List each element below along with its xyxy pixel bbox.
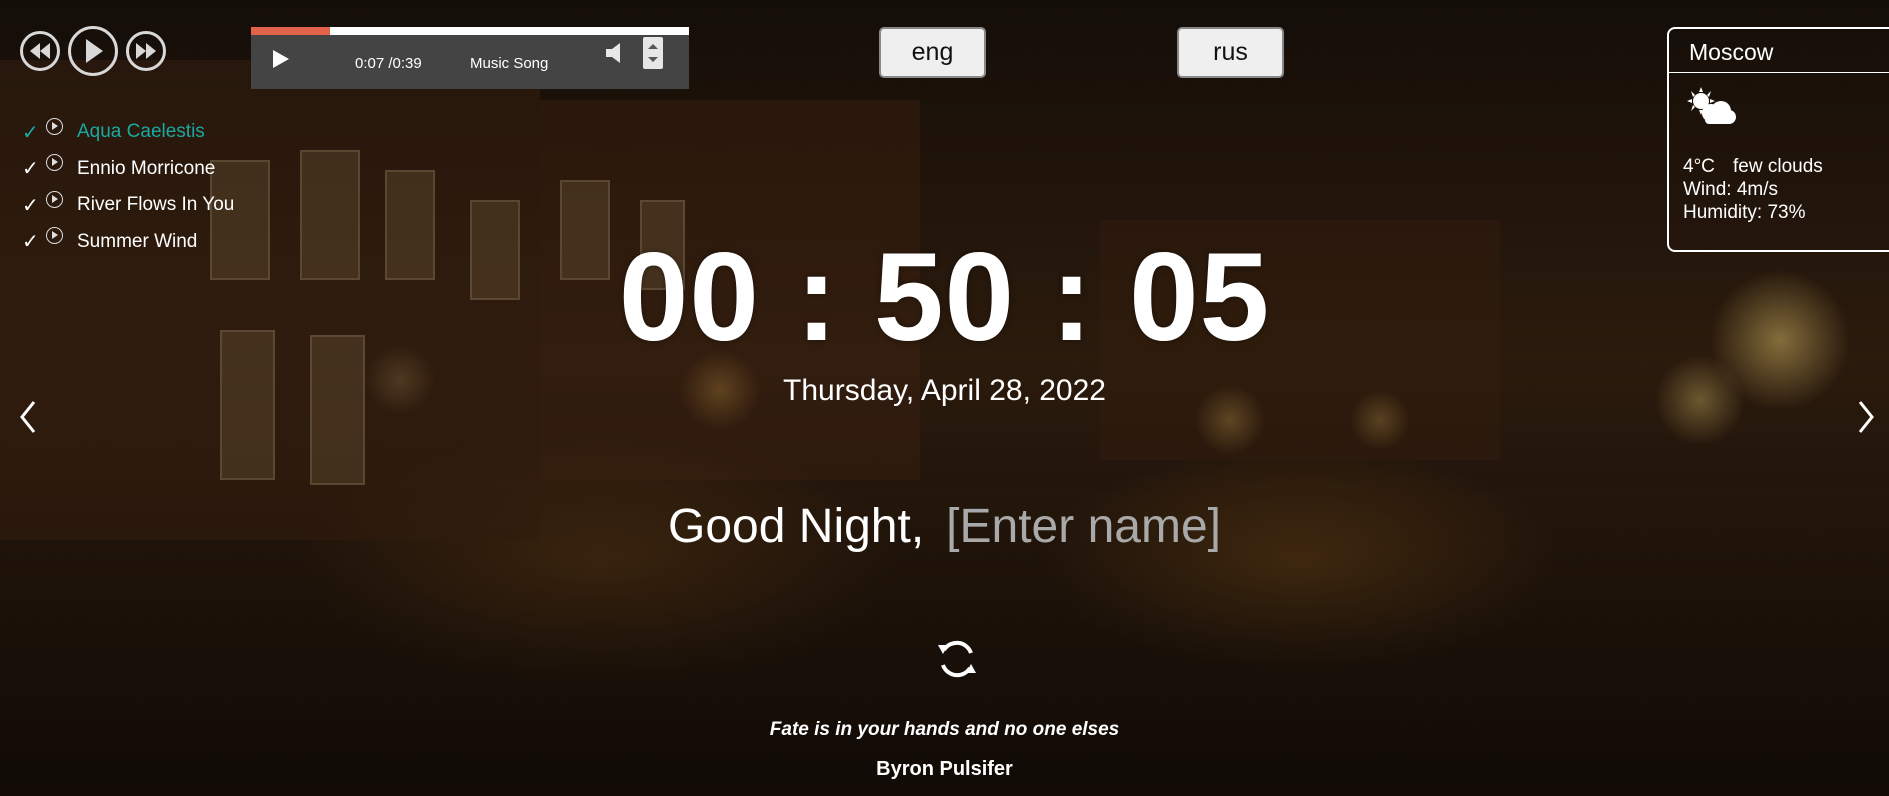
chevron-up-icon xyxy=(648,44,658,49)
playlist-item[interactable]: ✓ River Flows In You xyxy=(22,187,234,224)
player-controls xyxy=(20,26,166,76)
playlist-item-title: Aqua Caelestis xyxy=(77,121,205,143)
audio-progress-bar[interactable] xyxy=(251,27,689,35)
volume-icon xyxy=(606,43,620,63)
play-circle-icon xyxy=(46,190,63,208)
chevron-down-icon xyxy=(648,57,658,62)
volume-button[interactable] xyxy=(606,41,624,70)
playlist-item[interactable]: ✓ Ennio Morricone xyxy=(22,151,234,188)
play-icon xyxy=(86,39,103,63)
playlist-item-title: Ennio Morricone xyxy=(77,157,216,179)
greeting-container: Good Night, [Enter name] xyxy=(0,499,1889,554)
audio-play-button[interactable] xyxy=(273,50,289,73)
few-clouds-icon xyxy=(1685,87,1737,132)
weather-wind: Wind: 4m/s xyxy=(1683,179,1779,200)
playlist-item-title: River Flows In You xyxy=(77,194,235,216)
greeting-text: Good Night, xyxy=(668,500,925,553)
clock-date: Thursday, April 28, 2022 xyxy=(783,374,1106,407)
refresh-icon xyxy=(938,640,976,678)
audio-time: 0:07 /0:39 xyxy=(355,55,422,72)
play-icon xyxy=(273,50,289,68)
weather-humidity: Humidity: 73% xyxy=(1683,202,1806,223)
current-time: 0:07 xyxy=(355,55,385,72)
weather-divider xyxy=(1669,72,1889,73)
weather-widget: Moscow 4°C few clouds Wind: 4m/s Humidit… xyxy=(1667,27,1889,252)
fast-forward-icon xyxy=(136,43,156,59)
volume-stepper[interactable] xyxy=(643,37,663,69)
check-icon: ✓ xyxy=(22,194,39,217)
play-circle-icon xyxy=(46,154,63,172)
quote-text: Fate is in your hands and no one elses xyxy=(769,719,1120,740)
weather-city[interactable]: Moscow xyxy=(1689,39,1773,66)
weather-temperature: 4°C xyxy=(1683,156,1715,177)
audio-progress-fill xyxy=(251,27,330,35)
check-icon: ✓ xyxy=(22,158,39,181)
name-input[interactable]: [Enter name] xyxy=(946,499,1221,554)
weather-description: few clouds xyxy=(1733,156,1823,177)
audio-player: 0:07 /0:39 Music Song xyxy=(251,27,689,89)
next-track-button[interactable] xyxy=(126,31,166,71)
lang-eng-button[interactable]: eng xyxy=(879,27,986,78)
play-button[interactable] xyxy=(68,26,118,76)
clock-time: 00 : 50 : 05 xyxy=(618,228,1271,367)
playlist-item[interactable]: ✓ Aqua Caelestis xyxy=(22,114,234,151)
check-icon: ✓ xyxy=(22,121,39,144)
quote-author: Byron Pulsifer xyxy=(876,758,1013,780)
rewind-icon xyxy=(30,43,50,59)
lang-rus-button[interactable]: rus xyxy=(1177,27,1284,78)
change-quote-button[interactable] xyxy=(935,637,979,686)
track-title: Music Song xyxy=(470,55,549,72)
duration: 0:39 xyxy=(392,55,422,72)
prev-track-button[interactable] xyxy=(20,31,60,71)
play-circle-icon xyxy=(46,117,63,135)
